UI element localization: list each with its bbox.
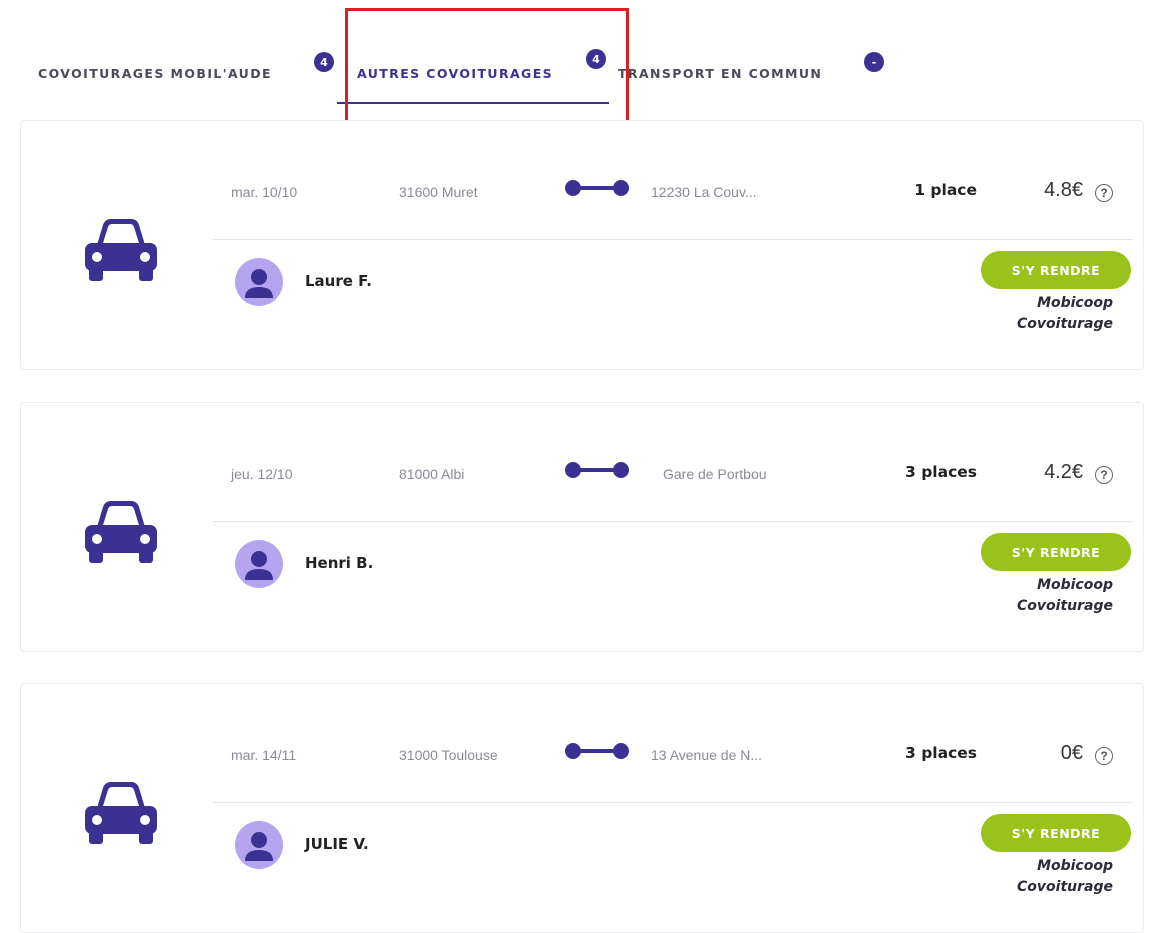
available-seats: 3 places (905, 744, 977, 762)
driver-avatar (235, 540, 283, 588)
go-there-button[interactable]: S'Y RENDRE (981, 251, 1131, 289)
card-divider (213, 239, 1133, 240)
driver-name: JULIE V. (305, 835, 369, 853)
trip-summary-row: mar. 10/10 31600 Muret 12230 La Couv... … (21, 121, 1143, 239)
provider-label: Mobicoop Covoiturage (1017, 575, 1113, 617)
driver-name: Henri B. (305, 554, 374, 572)
provider-name: Mobicoop (1037, 295, 1113, 311)
trip-date: mar. 14/11 (231, 747, 297, 763)
results-tabs: COVOITURAGES MOBIL'AUDE 4 AUTRES COVOITU… (0, 0, 1152, 140)
tab-public-transport-count-badge: - (864, 52, 884, 72)
available-seats: 1 place (914, 181, 977, 199)
go-there-button[interactable]: S'Y RENDRE (981, 814, 1131, 852)
tab-mobil-aude-count-badge: 4 (314, 52, 334, 72)
tab-other-carpools-count-badge: 4 (586, 49, 606, 69)
provider-name: Mobicoop (1037, 858, 1113, 874)
trip-price: 0€ (1060, 742, 1083, 764)
driver-avatar (235, 258, 283, 306)
price-help-icon[interactable]: ? (1095, 184, 1113, 202)
card-divider (213, 802, 1133, 803)
ride-card: jeu. 12/10 81000 Albi Gare de Portbou 3 … (20, 402, 1144, 652)
trip-destination: 12230 La Couv... (651, 184, 757, 200)
trip-date: jeu. 12/10 (231, 466, 293, 482)
available-seats: 3 places (905, 463, 977, 481)
user-icon (245, 832, 273, 861)
user-icon (245, 269, 273, 298)
active-tab-indicator (337, 102, 609, 104)
trip-origin: 31600 Muret (399, 184, 478, 200)
trip-origin: 31000 Toulouse (399, 747, 498, 763)
trip-summary-row: mar. 14/11 31000 Toulouse 13 Avenue de N… (21, 684, 1143, 802)
driver-avatar (235, 821, 283, 869)
route-line-icon (565, 743, 629, 759)
trip-destination: 13 Avenue de N... (651, 747, 763, 763)
driver-name: Laure F. (305, 272, 372, 290)
trip-price: 4.2€ (1044, 461, 1083, 483)
ride-card: mar. 14/11 31000 Toulouse 13 Avenue de N… (20, 683, 1144, 933)
provider-label: Mobicoop Covoiturage (1017, 856, 1113, 898)
tab-public-transport[interactable]: TRANSPORT EN COMMUN (618, 66, 822, 81)
route-line-icon (565, 180, 629, 196)
tab-other-carpools[interactable]: AUTRES COVOITURAGES (357, 66, 553, 81)
trip-destination: Gare de Portbou (663, 466, 767, 482)
trip-summary-row: jeu. 12/10 81000 Albi Gare de Portbou 3 … (21, 403, 1143, 521)
price-help-icon[interactable]: ? (1095, 747, 1113, 765)
card-divider (213, 521, 1133, 522)
route-line-icon (565, 462, 629, 478)
provider-type: Covoiturage (1017, 316, 1113, 332)
trip-origin: 81000 Albi (399, 466, 465, 482)
ride-card: mar. 10/10 31600 Muret 12230 La Couv... … (20, 120, 1144, 370)
provider-type: Covoiturage (1017, 879, 1113, 895)
user-icon (245, 551, 273, 580)
go-there-button[interactable]: S'Y RENDRE (981, 533, 1131, 571)
trip-price: 4.8€ (1044, 179, 1083, 201)
price-help-icon[interactable]: ? (1095, 466, 1113, 484)
provider-type: Covoiturage (1017, 598, 1113, 614)
trip-date: mar. 10/10 (231, 184, 298, 200)
tab-mobil-aude[interactable]: COVOITURAGES MOBIL'AUDE (38, 66, 272, 81)
provider-label: Mobicoop Covoiturage (1017, 293, 1113, 335)
provider-name: Mobicoop (1037, 577, 1113, 593)
